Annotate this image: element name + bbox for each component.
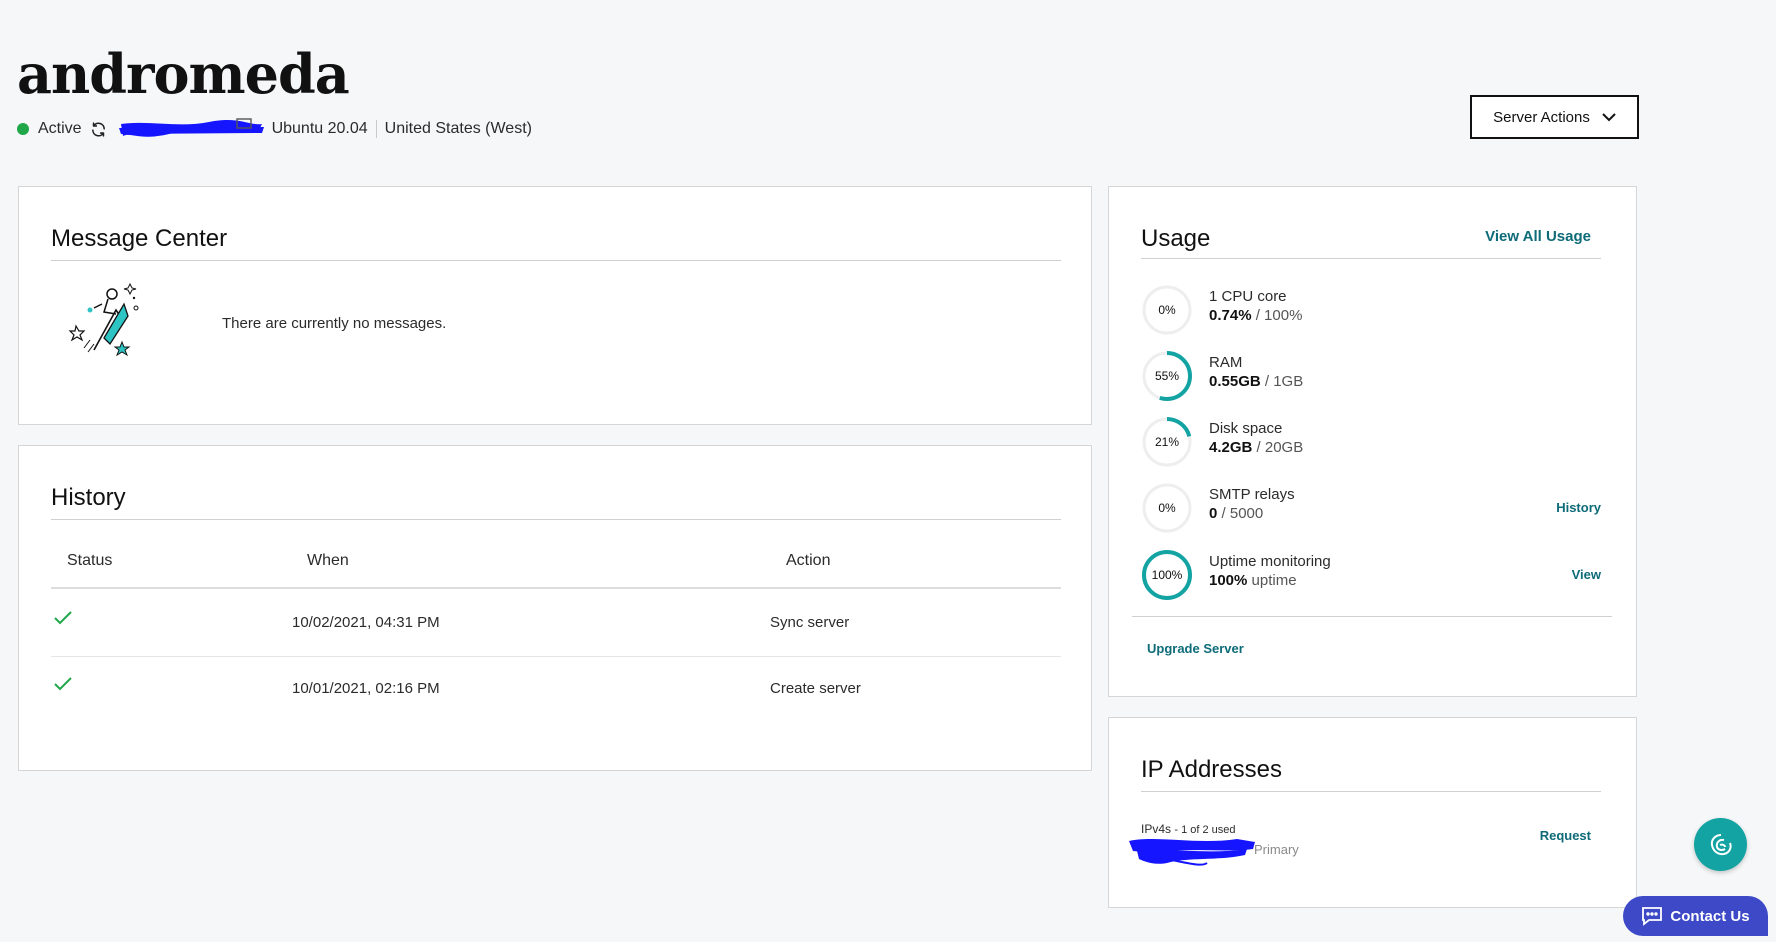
history-card: History Status When Action 10/02/2021, 0… — [18, 445, 1092, 771]
usage-total: / 20GB — [1256, 439, 1304, 456]
usage-total: uptime — [1251, 572, 1297, 589]
check-icon — [54, 611, 72, 625]
usage-total: / 100% — [1255, 307, 1303, 324]
usage-name: Uptime monitoring — [1209, 553, 1331, 570]
chat-bubble-icon — [1642, 907, 1663, 926]
view-all-usage-link[interactable]: View All Usage — [1485, 228, 1591, 245]
usage-value: 100% uptime — [1209, 572, 1297, 589]
usage-value: 0 / 5000 — [1209, 505, 1263, 522]
usage-row-uptime: 100% Uptime monitoring 100% uptime View — [1141, 549, 1601, 601]
server-meta: Active Ubuntu 20.04 United States (West) — [17, 118, 532, 140]
divider — [1141, 258, 1601, 259]
divider — [1132, 616, 1612, 617]
divider — [1141, 791, 1601, 792]
message-center-title: Message Center — [51, 225, 228, 252]
contact-us-label: Contact Us — [1670, 907, 1750, 925]
usage-used: 0 — [1209, 505, 1218, 522]
usage-total: / 5000 — [1221, 505, 1264, 522]
upgrade-server-link[interactable]: Upgrade Server — [1147, 641, 1244, 656]
refresh-icon[interactable] — [90, 121, 107, 138]
usage-value: 4.2GB / 20GB — [1209, 439, 1303, 456]
chat-assistant-icon — [1710, 833, 1732, 855]
usage-card: Usage View All Usage 0% 1 CPU core 0.74%… — [1108, 186, 1637, 697]
usage-title: Usage — [1141, 225, 1211, 252]
redacted-hostname — [118, 118, 264, 137]
divider — [51, 519, 1061, 520]
chat-assistant-button[interactable] — [1694, 818, 1747, 871]
history-action: Create server — [770, 680, 861, 697]
request-ip-link[interactable]: Request — [1540, 828, 1591, 843]
usage-name: SMTP relays — [1209, 486, 1295, 503]
history-action: Sync server — [770, 614, 850, 631]
meta-divider — [375, 120, 377, 138]
table-header-divider — [51, 587, 1061, 589]
smtp-history-link[interactable]: History — [1556, 500, 1601, 515]
row-divider — [51, 656, 1061, 657]
history-when: 10/02/2021, 04:31 PM — [292, 614, 440, 631]
chevron-down-icon — [1602, 112, 1616, 122]
status-dot — [17, 123, 29, 135]
ip-addresses-card: IP Addresses IPv4s - 1 of 2 used Primary… — [1108, 717, 1637, 908]
usage-used: 0.74% — [1209, 307, 1252, 324]
redacted-ip-address — [1129, 839, 1255, 866]
server-actions-button[interactable]: Server Actions — [1470, 95, 1639, 139]
uptime-view-link[interactable]: View — [1572, 567, 1601, 582]
usage-total: / 1GB — [1264, 373, 1304, 390]
column-header-action: Action — [786, 552, 831, 569]
column-header-status: Status — [67, 552, 113, 569]
divider — [51, 260, 1061, 261]
usage-row-cpu: 0% 1 CPU core 0.74% / 100% — [1141, 284, 1601, 336]
status-text: Active — [38, 120, 82, 137]
contact-us-button[interactable]: Contact Us — [1623, 896, 1768, 936]
usage-used: 100% — [1209, 572, 1248, 589]
history-when: 10/01/2021, 02:16 PM — [292, 680, 440, 697]
usage-percent: 21% — [1154, 435, 1180, 449]
ip-addresses-title: IP Addresses — [1141, 756, 1282, 783]
usage-used: 4.2GB — [1209, 439, 1253, 456]
os-text: Ubuntu 20.04 — [271, 120, 368, 137]
page-title: andromeda — [17, 42, 350, 106]
region-text: United States (West) — [384, 120, 532, 137]
usage-row-ram: 55% RAM 0.55GB / 1GB — [1141, 350, 1601, 402]
usage-percent: 55% — [1154, 369, 1180, 383]
usage-name: RAM — [1209, 354, 1243, 371]
usage-row-disk: 21% Disk space 4.2GB / 20GB — [1141, 416, 1601, 468]
empty-messages-illustration — [68, 282, 139, 357]
column-header-when: When — [307, 552, 349, 569]
usage-used: 0.55GB — [1209, 373, 1261, 390]
check-icon — [54, 677, 72, 691]
server-actions-label: Server Actions — [1493, 108, 1590, 126]
usage-percent: 100% — [1151, 568, 1183, 582]
history-title: History — [51, 484, 126, 511]
usage-row-smtp: 0% SMTP relays 0 / 5000 History — [1141, 482, 1601, 534]
message-center-card: Message Center There are currently no me… — [18, 186, 1092, 425]
usage-value: 0.74% / 100% — [1209, 307, 1302, 324]
usage-value: 0.55GB / 1GB — [1209, 373, 1303, 390]
usage-percent: 0% — [1158, 501, 1176, 515]
usage-percent: 0% — [1158, 303, 1176, 317]
usage-name: 1 CPU core — [1209, 288, 1287, 305]
empty-messages-text: There are currently no messages. — [222, 315, 447, 332]
usage-name: Disk space — [1209, 420, 1283, 437]
